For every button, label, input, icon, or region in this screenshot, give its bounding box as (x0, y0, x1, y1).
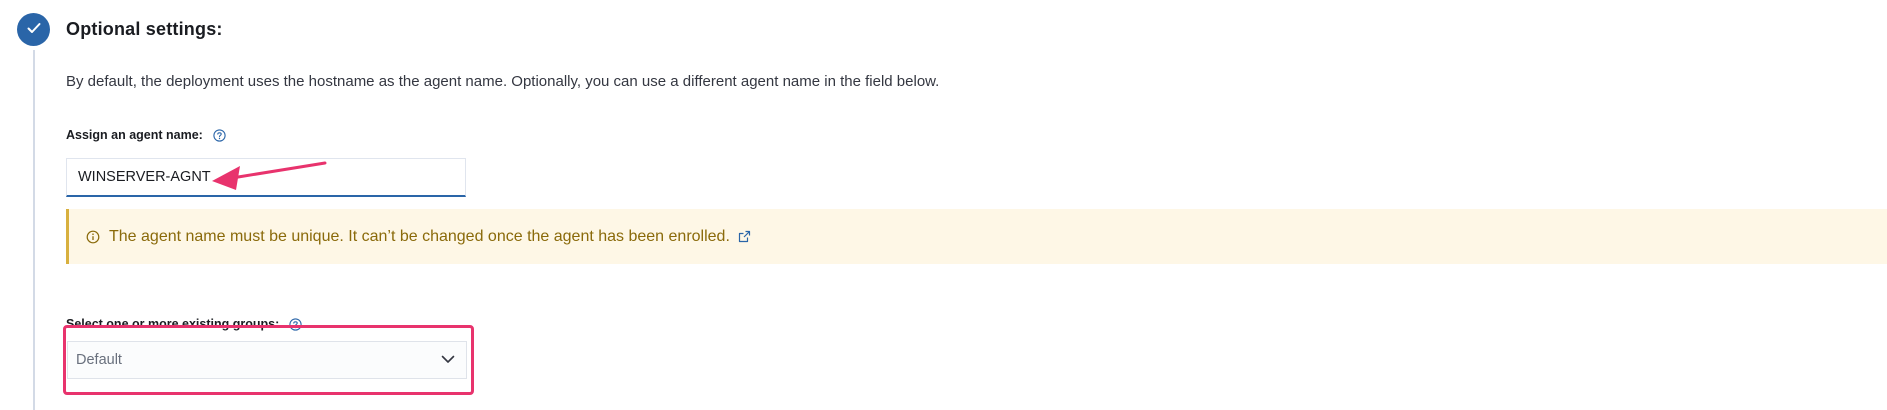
external-link-icon[interactable] (738, 230, 751, 243)
check-icon (27, 21, 41, 39)
agent-name-label-text: Assign an agent name: (66, 128, 203, 142)
agent-name-value: WINSERVER-AGNT (78, 169, 211, 185)
callout-text: The agent name must be unique. It can’t … (109, 227, 730, 245)
unique-name-callout: The agent name must be unique. It can’t … (66, 209, 1887, 264)
help-icon[interactable] (213, 128, 226, 142)
step-connector-line (33, 50, 35, 410)
agent-name-label: Assign an agent name: (66, 128, 226, 142)
section-title: Optional settings: (66, 19, 223, 39)
info-icon (86, 230, 100, 244)
groups-select[interactable]: Default (67, 341, 467, 379)
step-complete-badge (17, 13, 50, 46)
chevron-down-icon (441, 352, 455, 368)
section-description: By default, the deployment uses the host… (66, 73, 940, 90)
groups-selected-value: Default (76, 352, 122, 368)
agent-name-input[interactable]: WINSERVER-AGNT (66, 158, 466, 197)
